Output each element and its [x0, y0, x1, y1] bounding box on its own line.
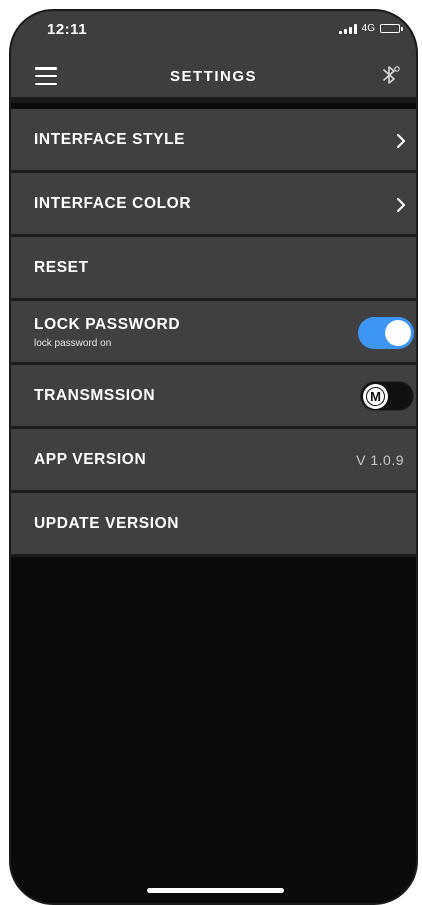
update-version-label: UPDATE VERSION — [34, 515, 180, 532]
transmission-label: TRANSMSSION — [34, 387, 156, 404]
home-indicator[interactable] — [147, 888, 284, 893]
status-bar: 12:11 4G — [11, 11, 416, 51]
chevron-right-icon — [397, 198, 405, 212]
lock-password-label: LOCK PASSWORD — [34, 316, 181, 333]
interface-color-row[interactable]: INTERFACE COLOR — [11, 173, 416, 237]
app-version-label: APP VERSION — [34, 451, 147, 468]
transmission-row: TRANSMSSION M — [11, 365, 416, 429]
lock-password-sublabel: lock password on — [34, 338, 112, 349]
reset-row[interactable]: RESET — [11, 237, 416, 301]
battery-icon — [380, 24, 403, 33]
phone-screen: 12:11 4G SETTINGS INTERFACE STYLE INTERF… — [9, 9, 418, 905]
bluetooth-icon[interactable] — [378, 63, 402, 87]
app-version-value: V 1.0.9 — [356, 452, 404, 468]
reset-label: RESET — [34, 259, 89, 276]
chevron-right-icon — [397, 134, 405, 148]
lock-password-toggle[interactable] — [358, 317, 414, 349]
signal-icon — [338, 23, 357, 34]
status-indicators: 4G — [338, 23, 403, 34]
toggle-knob: M — [363, 384, 388, 409]
header: SETTINGS — [11, 51, 416, 103]
interface-style-row[interactable]: INTERFACE STYLE — [11, 109, 416, 173]
update-version-row[interactable]: UPDATE VERSION — [11, 493, 416, 557]
interface-style-label: INTERFACE STYLE — [34, 131, 186, 148]
app-version-row: APP VERSION V 1.0.9 — [11, 429, 416, 493]
page-title: SETTINGS — [169, 68, 257, 85]
toggle-knob — [385, 320, 411, 346]
transmission-toggle[interactable]: M — [360, 381, 414, 411]
status-time: 12:11 — [47, 21, 88, 38]
interface-color-label: INTERFACE COLOR — [34, 195, 192, 212]
settings-list: INTERFACE STYLE INTERFACE COLOR RESET LO… — [11, 109, 416, 557]
lock-password-row: LOCK PASSWORD lock password on — [11, 301, 416, 365]
network-label: 4G — [361, 23, 375, 34]
manual-mode-icon: M — [366, 387, 385, 406]
